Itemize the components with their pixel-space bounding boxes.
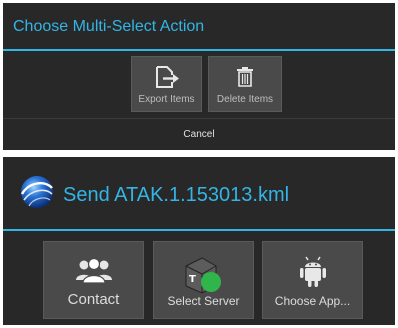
export-items-button[interactable]: Export Items	[131, 56, 202, 112]
title-divider	[3, 49, 395, 51]
choose-app-button[interactable]: Choose App...	[262, 241, 363, 319]
svg-text:T: T	[189, 274, 196, 285]
server-icon: T	[182, 254, 226, 299]
trash-icon	[236, 67, 254, 92]
choose-app-label: Choose App...	[274, 294, 351, 308]
export-items-label: Export Items	[138, 94, 195, 105]
delete-items-button[interactable]: Delete Items	[208, 56, 282, 112]
select-server-button[interactable]: T Select Server	[153, 241, 254, 319]
title-divider	[3, 229, 395, 231]
select-server-label: Select Server	[167, 294, 240, 308]
contact-label: Contact	[67, 291, 120, 308]
people-icon	[75, 256, 113, 289]
cancel-button[interactable]: Cancel	[3, 129, 395, 140]
globe-icon	[19, 174, 55, 215]
cancel-divider	[3, 118, 395, 119]
export-icon	[154, 66, 180, 93]
dialog-title: Choose Multi-Select Action	[13, 18, 205, 35]
android-icon	[298, 254, 328, 293]
send-dialog: Send ATAK.1.153013.kml Contact T Select …	[3, 157, 395, 325]
delete-items-label: Delete Items	[216, 94, 274, 105]
send-dialog-title: Send ATAK.1.153013.kml	[63, 184, 290, 206]
contact-button[interactable]: Contact	[43, 241, 144, 319]
multi-select-dialog: Choose Multi-Select Action Export Items …	[3, 3, 395, 150]
